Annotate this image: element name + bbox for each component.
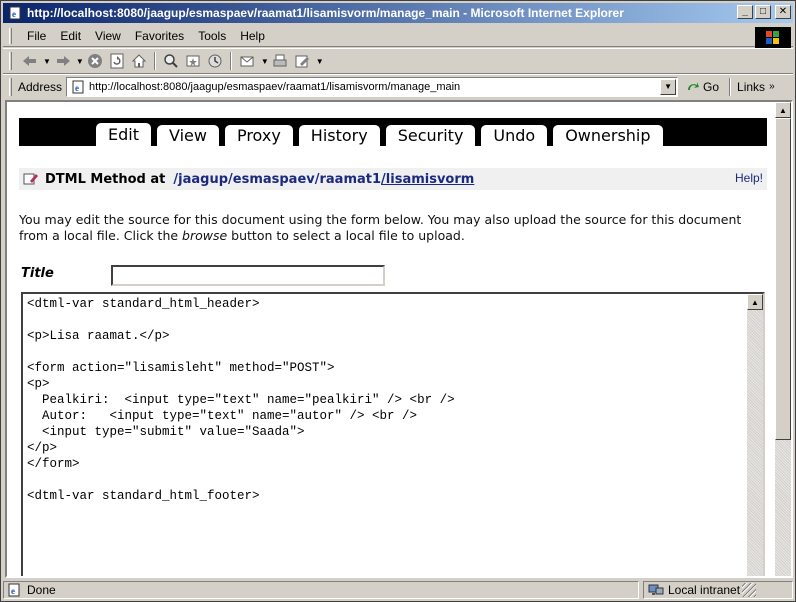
links-separator — [729, 77, 732, 96]
toolbar-grip[interactable] — [9, 52, 12, 70]
print-icon[interactable] — [269, 50, 291, 72]
address-grip[interactable] — [9, 77, 12, 96]
instructions-emphasis: browse — [182, 228, 228, 243]
toolbar-separator — [229, 52, 232, 70]
stop-icon[interactable] — [84, 50, 106, 72]
page-scrollbar[interactable]: ▲ — [775, 102, 791, 576]
source-code[interactable]: <dtml-var standard_html_header> <p>Lisa … — [25, 296, 745, 576]
edit-icon[interactable] — [291, 50, 315, 72]
instructions-text-end: button to select a local file to upload. — [227, 228, 465, 243]
favorites-icon[interactable] — [182, 50, 204, 72]
edit-dropdown-icon[interactable]: ▼ — [316, 57, 324, 66]
content-viewport: Edit View Proxy History Security Undo Ow… — [5, 100, 793, 578]
menu-grip[interactable] — [9, 27, 12, 44]
go-button[interactable]: Go — [686, 80, 719, 94]
address-bar: Address e http://localhost:8080/jaagup/e… — [3, 74, 793, 98]
tab-ownership[interactable]: Ownership — [552, 124, 664, 146]
history-icon[interactable] — [204, 50, 226, 72]
title-bar[interactable]: e http://localhost:8080/jaagup/esmaspaev… — [3, 3, 793, 23]
go-arrow-icon — [688, 81, 700, 90]
close-button[interactable]: ✕ — [775, 5, 791, 19]
status-text: Done — [27, 583, 56, 597]
mail-icon[interactable] — [236, 50, 260, 72]
title-label: Title — [21, 266, 54, 281]
window-title: http://localhost:8080/jaagup/esmaspaev/r… — [27, 6, 624, 20]
zone-text: Local intranet — [668, 583, 741, 597]
breadcrumb-lisamisvorm[interactable]: /lisamisvorm — [381, 172, 474, 187]
source-textarea[interactable]: <dtml-var standard_html_header> <p>Lisa … — [21, 292, 765, 576]
menu-favorites[interactable]: Favorites — [128, 27, 191, 45]
tab-edit[interactable]: Edit — [95, 122, 152, 146]
address-dropdown-icon[interactable]: ▼ — [660, 78, 677, 95]
address-url[interactable]: http://localhost:8080/jaagup/esmaspaev/r… — [89, 81, 660, 93]
menu-help[interactable]: Help — [233, 27, 272, 45]
breadcrumb-raamat1[interactable]: /raamat1 — [315, 172, 381, 187]
object-type: DTML Method at — [45, 171, 166, 187]
ie-page-icon: e — [70, 79, 86, 95]
scroll-up-icon[interactable]: ▲ — [775, 102, 791, 118]
menu-file[interactable]: File — [20, 27, 53, 45]
go-label: Go — [703, 79, 720, 94]
page-done-icon: e — [7, 583, 23, 597]
menu-tools[interactable]: Tools — [191, 27, 233, 45]
forward-icon[interactable] — [51, 50, 75, 72]
tab-security[interactable]: Security — [384, 124, 477, 146]
tab-history[interactable]: History — [297, 124, 381, 146]
ie-page-icon: e — [7, 5, 23, 21]
refresh-icon[interactable] — [106, 50, 128, 72]
browser-window: e http://localhost:8080/jaagup/esmaspaev… — [0, 0, 796, 602]
toolbar-separator — [153, 52, 156, 70]
svg-text:e: e — [75, 83, 79, 93]
breadcrumb-esmaspaev[interactable]: /esmaspaev — [228, 172, 315, 187]
breadcrumb-jaagup[interactable]: /jaagup — [173, 172, 228, 187]
scroll-thumb[interactable] — [775, 118, 791, 440]
local-intranet-icon — [648, 583, 664, 597]
dtml-method-icon — [23, 171, 41, 187]
zope-manage-page: Edit View Proxy History Security Undo Ow… — [7, 102, 775, 576]
menu-edit[interactable]: Edit — [53, 27, 88, 45]
links-button[interactable]: Links — [737, 80, 765, 94]
mail-dropdown-icon[interactable]: ▼ — [261, 57, 269, 66]
links-chevron-icon[interactable]: » — [769, 81, 775, 92]
back-dropdown-icon[interactable]: ▼ — [43, 57, 51, 66]
management-tabs: Edit View Proxy History Security Undo Ow… — [19, 118, 767, 146]
title-input[interactable] — [111, 265, 385, 286]
search-icon[interactable] — [160, 50, 182, 72]
maximize-button[interactable]: □ — [755, 5, 771, 19]
status-panel: e Done — [3, 581, 639, 599]
menu-view[interactable]: View — [88, 27, 128, 45]
home-icon[interactable] — [128, 50, 150, 72]
status-bar: e Done Local intranet — [3, 580, 793, 600]
tab-proxy[interactable]: Proxy — [223, 124, 294, 146]
back-icon[interactable] — [18, 50, 42, 72]
edit-instructions: You may edit the source for this documen… — [19, 212, 759, 244]
windows-logo-icon — [755, 27, 791, 49]
tab-undo[interactable]: Undo — [480, 124, 549, 146]
tab-view[interactable]: View — [155, 124, 220, 146]
textarea-scroll-up-icon[interactable]: ▲ — [747, 294, 763, 310]
minimize-button[interactable]: _ — [737, 5, 753, 19]
svg-text:e: e — [11, 586, 15, 596]
textarea-scroll-track[interactable] — [747, 310, 763, 576]
svg-text:e: e — [12, 9, 16, 19]
window-controls: _ □ ✕ — [737, 5, 791, 19]
textarea-scrollbar[interactable]: ▲ — [747, 294, 763, 576]
object-header: DTML Method at /jaagup /esmaspaev /raama… — [19, 168, 767, 190]
address-label: Address — [18, 79, 63, 94]
zone-panel: Local intranet — [643, 581, 793, 599]
resize-grip[interactable] — [742, 583, 757, 597]
address-input[interactable]: e http://localhost:8080/jaagup/esmaspaev… — [66, 76, 679, 97]
help-link[interactable]: Help! — [735, 171, 763, 185]
scroll-track[interactable] — [775, 440, 791, 576]
standard-toolbar: ▼ ▼ ▼ ▼ — [3, 48, 793, 74]
forward-dropdown-icon[interactable]: ▼ — [76, 57, 84, 66]
menu-bar: File Edit View Favorites Tools Help — [3, 25, 793, 47]
